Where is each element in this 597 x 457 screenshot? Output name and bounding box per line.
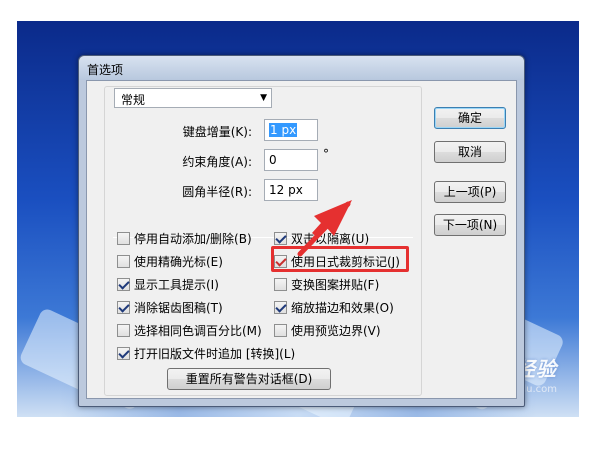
annotation-arrow-icon: [297, 200, 352, 257]
